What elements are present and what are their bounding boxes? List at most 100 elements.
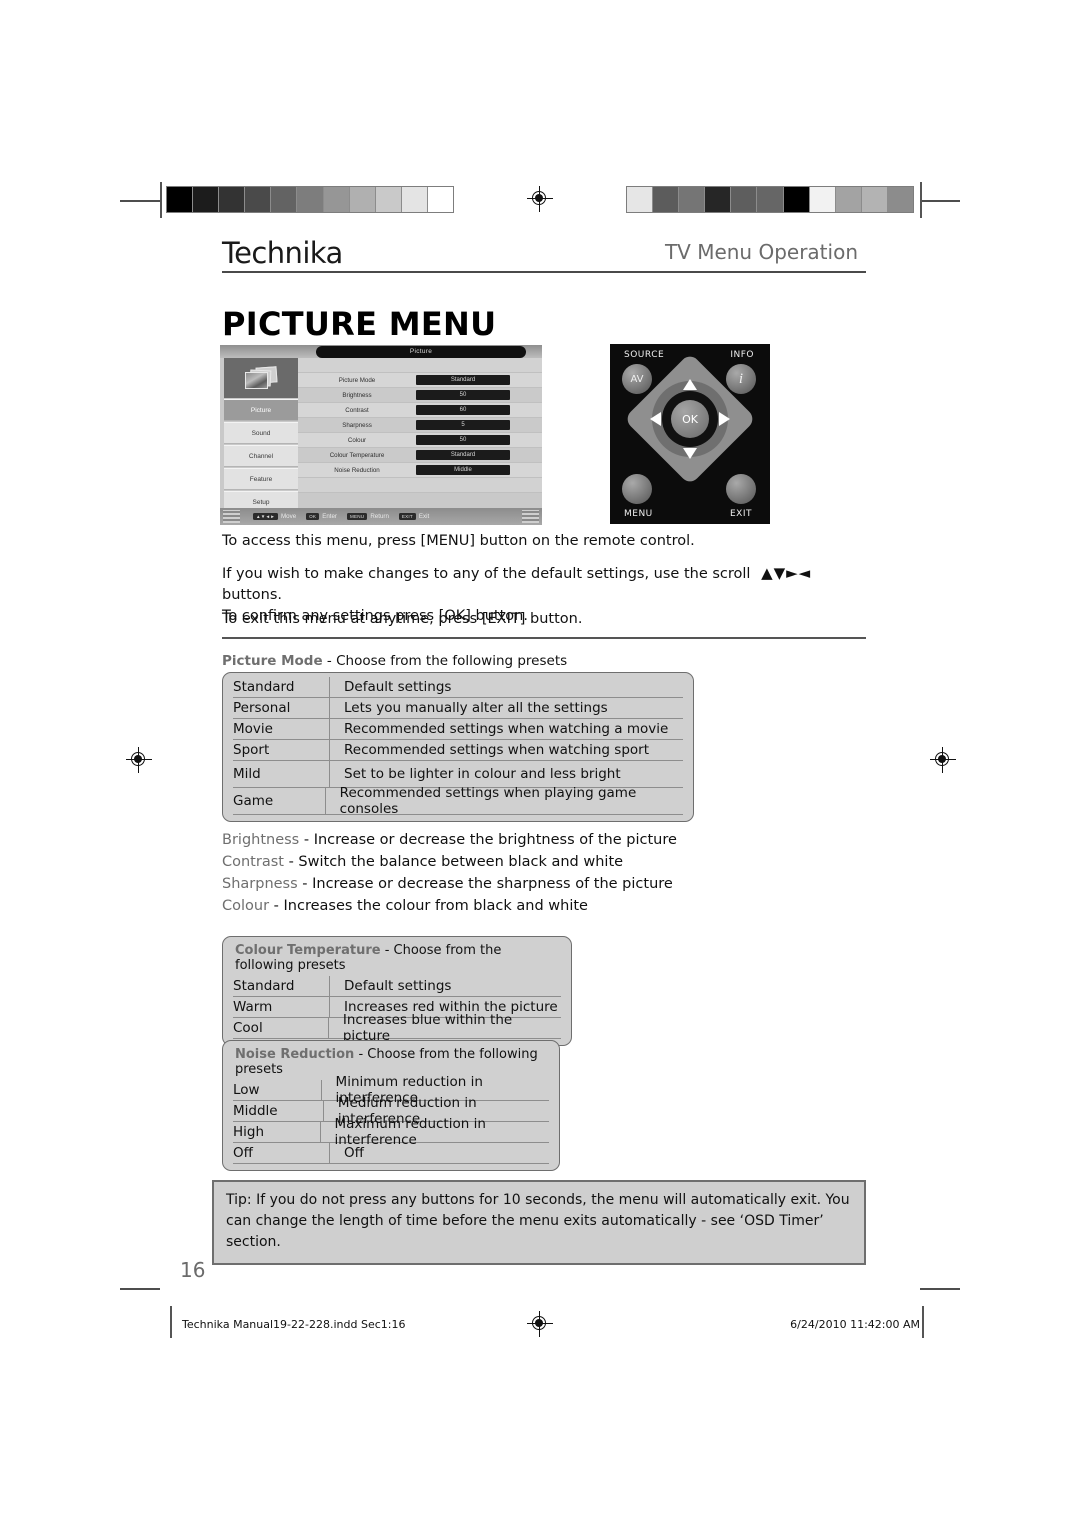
arrow-down-icon[interactable]	[683, 448, 697, 459]
osd-value-picture-mode[interactable]: Standard	[416, 375, 510, 385]
osd-row-sharpness[interactable]: Sharpness 5	[298, 418, 542, 433]
crop-mark-top-right	[920, 200, 960, 202]
osd-hint-exit-label: Exit	[418, 513, 430, 520]
arrow-left-icon[interactable]	[650, 412, 661, 426]
colour-temperature-caption-key: Colour Temperature	[235, 943, 381, 958]
osd-row-brightness[interactable]: Brightness 50	[298, 388, 542, 403]
colour-swatch	[757, 187, 784, 212]
table-row: Standard Default settings	[233, 976, 561, 997]
colour-swatch	[679, 187, 706, 212]
intro-paragraph-access: To access this menu, press [MENU] button…	[222, 533, 695, 549]
page-title: PICTURE MENU	[222, 305, 497, 344]
colour-swatch	[323, 187, 350, 212]
table-row: Mild Set to be lighter in colour and les…	[233, 761, 683, 788]
osd-hint-enter-label: Enter	[322, 513, 337, 520]
footer-file-info: Technika Manual19-22-228.indd Sec1:16	[182, 1318, 406, 1331]
remote-ok-button[interactable]: OK	[671, 400, 709, 438]
osd-value-contrast[interactable]: 60	[416, 405, 510, 415]
preset-name: Personal	[233, 698, 330, 718]
definition-key: Brightness	[222, 832, 300, 848]
colour-swatch	[809, 187, 836, 212]
photo-icon	[245, 366, 278, 389]
definition-contrast: Contrast - Switch the balance between bl…	[222, 854, 623, 870]
osd-value-noise-reduction[interactable]: Middle	[416, 465, 510, 475]
arrow-up-icon[interactable]	[683, 379, 697, 390]
osd-corner-pattern-left	[223, 510, 240, 523]
tip-box: Tip: If you do not press any buttons for…	[212, 1180, 866, 1265]
preset-name: High	[233, 1122, 321, 1142]
remote-menu-button[interactable]	[622, 474, 652, 504]
osd-row-colour[interactable]: Colour 50	[298, 433, 542, 448]
picture-mode-caption-rest: - Choose from the following presets	[322, 653, 568, 669]
osd-row-picture-mode[interactable]: Picture Mode Standard	[298, 373, 542, 388]
colour-swatch	[731, 187, 758, 212]
remote-control-diagram: SOURCE INFO MENU EXIT AV i OK	[610, 344, 770, 524]
table-row: Standard Default settings	[233, 677, 683, 698]
crop-mark-bottom-left	[120, 1288, 160, 1290]
preset-name: Low	[233, 1080, 322, 1100]
noise-reduction-caption-key: Noise Reduction	[235, 1047, 355, 1062]
definition-colour: Colour - Increases the colour from black…	[222, 898, 588, 914]
colour-swatch	[861, 187, 888, 212]
osd-value-brightness[interactable]: 50	[416, 390, 510, 400]
arrow-right-icon[interactable]	[719, 412, 730, 426]
osd-row-colour-temperature[interactable]: Colour Temperature Standard	[298, 448, 542, 463]
footer-rule-right	[922, 1306, 924, 1338]
preset-desc: Default settings	[344, 679, 452, 695]
colour-swatch	[349, 187, 376, 212]
remote-exit-button[interactable]	[726, 474, 756, 504]
header-divider	[222, 271, 866, 273]
remote-dpad[interactable]: OK	[623, 352, 757, 486]
registration-mark-right	[930, 747, 956, 773]
osd-nav-feature[interactable]: Feature	[224, 468, 298, 490]
osd-title: Picture	[316, 346, 526, 358]
brand-logo: Technika	[222, 236, 343, 270]
crop-mark-bottom-right	[920, 1288, 960, 1290]
preset-desc: Set to be lighter in colour and less bri…	[344, 766, 621, 782]
osd-hint-move: ▲▼◄► Move	[253, 513, 296, 520]
osd-row-contrast[interactable]: Contrast 60	[298, 403, 542, 418]
osd-key-ok: OK	[306, 513, 320, 520]
definition-brightness: Brightness - Increase or decrease the br…	[222, 832, 677, 848]
osd-value-sharpness[interactable]: 5	[416, 420, 510, 430]
colour-swatch	[401, 187, 428, 212]
osd-nav-picture[interactable]: Picture	[224, 399, 298, 421]
colour-temperature-table: Colour Temperature - Choose from the fol…	[222, 936, 572, 1046]
colour-calibration-strip-left	[166, 186, 454, 213]
colour-swatch	[653, 187, 680, 212]
remote-info-label: INFO	[730, 350, 754, 360]
scroll-arrows-icon: ▲▼►◄	[761, 564, 812, 582]
colour-swatch	[427, 187, 454, 212]
osd-picture-icon-box	[224, 358, 298, 398]
strip-edge-bar-left	[160, 182, 162, 218]
colour-swatch	[297, 187, 324, 212]
preset-name: Cool	[233, 1018, 329, 1038]
osd-corner-pattern-right	[522, 510, 539, 523]
osd-key-dpad: ▲▼◄►	[253, 513, 278, 520]
preset-name: Movie	[233, 719, 330, 739]
osd-settings-list: Picture Mode Standard Brightness 50 Cont…	[298, 358, 542, 508]
osd-nav-sound[interactable]: Sound	[224, 422, 298, 444]
osd-value-colour-temperature[interactable]: Standard	[416, 450, 510, 460]
osd-row-noise-reduction[interactable]: Noise Reduction Middle	[298, 463, 542, 478]
osd-value-colour[interactable]: 50	[416, 435, 510, 445]
osd-label-picture-mode: Picture Mode	[338, 376, 376, 384]
osd-hint-enter: OK Enter	[306, 513, 337, 520]
crop-mark-top-left	[120, 200, 160, 202]
section-title: TV Menu Operation	[664, 240, 858, 264]
osd-hint-return: MENU Return	[346, 513, 389, 520]
colour-swatch	[835, 187, 862, 212]
preset-desc: Recommended settings when watching a mov…	[344, 721, 669, 737]
colour-swatch	[193, 187, 220, 212]
tv-osd-screenshot: Picture Picture Sound Channel Feature Se…	[220, 345, 542, 525]
colour-swatch	[271, 187, 298, 212]
osd-nav-channel[interactable]: Channel	[224, 445, 298, 467]
intro-divider	[222, 637, 866, 639]
osd-label-noise-reduction: Noise Reduction	[334, 466, 380, 474]
registration-mark-left	[126, 747, 152, 773]
colour-swatch	[167, 187, 194, 212]
strip-edge-bar-right	[920, 182, 922, 218]
noise-reduction-table: Noise Reduction - Choose from the follow…	[222, 1040, 560, 1171]
definition-text: - Increases the colour from black and wh…	[269, 898, 588, 914]
remote-menu-label: MENU	[624, 509, 653, 519]
